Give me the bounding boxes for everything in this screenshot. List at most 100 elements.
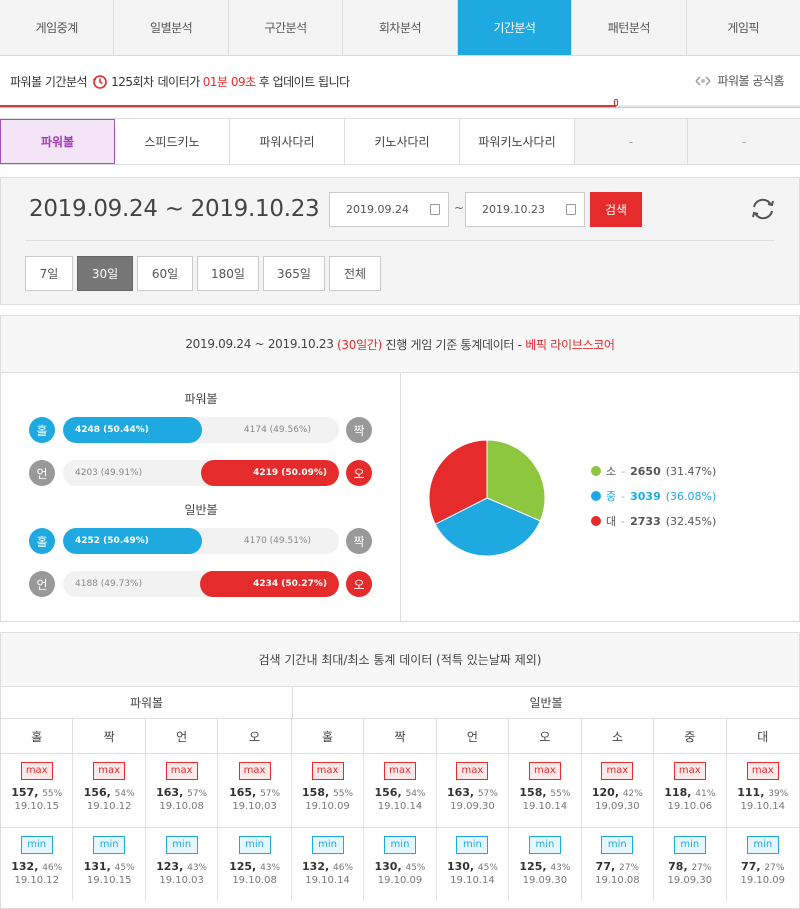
calendar-icon[interactable] [566,204,576,215]
max-count: 118, 41% [664,786,716,799]
period-180d-button[interactable]: 180일 [197,256,259,291]
odd-ball: 홀 [29,528,55,554]
date-to-value: 2019.10.23 [482,203,545,216]
max-count: 165, 57% [229,786,281,799]
tab-pattern[interactable]: 패턴분석 [572,0,687,55]
game-tab-powerball[interactable]: 파워볼 [0,119,115,164]
column-header: 중 [654,719,727,753]
tab-section[interactable]: 구간분석 [229,0,344,55]
period-30d-button[interactable]: 30일 [77,256,133,291]
legend-medium-label: 중 [606,490,617,503]
group-powerball: 파워볼 [1,687,293,718]
max-cell: max 163, 57% 19.10.08 [146,754,219,827]
legend-medium-value: 3039 [630,489,661,503]
notice-mid: 데이터가 [157,75,201,89]
min-count-pct: 43% [260,863,281,873]
table-min-row: min 132, 46% 19.10.12 min 131, 45% 19.10.15 mi… [1,828,799,901]
game-tab-speedkeno[interactable]: 스피드키노 [115,119,230,164]
min-count: 125, 43% [519,860,571,873]
official-home-link[interactable]: 파워볼 공식홈 [694,72,784,89]
min-count-pct: 43% [550,863,571,873]
odd-even-bar: 4248 (50.44%) 4174 (49.56%) [63,417,339,443]
column-header: 오 [218,719,292,753]
period-all-button[interactable]: 전체 [329,256,381,291]
min-count: 130, 45% [374,860,426,873]
max-cell: max 111, 39% 19.10.14 [727,754,799,827]
legend-small-value: 2650 [630,464,661,478]
search-button[interactable]: 검색 [590,192,642,227]
range-title: 2019.09.24 ~ 2019.10.23 [29,196,320,222]
update-progress-bar [0,105,800,107]
max-date: 19.10.09 [305,801,350,812]
notice-time: 01분 09초 [202,75,256,89]
max-count: 157, 55% [11,786,63,799]
date-from-input[interactable]: 2019.09.24 [329,192,449,227]
under-over-bar: 4203 (49.91%) 4219 (50.09%) [63,460,339,486]
min-badge: min [746,836,779,854]
min-count-value: 125 [519,860,543,873]
max-count-value: 156 [374,786,398,799]
min-date: 19.10.08 [595,875,640,886]
legend-dot-small [591,466,601,476]
min-badge: min [456,836,489,854]
period-60d-button[interactable]: 60일 [137,256,193,291]
min-cell: min 125, 43% 19.10.08 [218,828,292,901]
min-cell: min 78, 27% 19.09.30 [654,828,727,901]
refresh-icon[interactable] [749,195,777,223]
tab-gamepick[interactable]: 게임픽 [687,0,800,55]
game-tab-powerkenoladder[interactable]: 파워키노사다리 [460,119,575,164]
tab-period[interactable]: 기간분석 [457,0,573,55]
min-count-value: 77 [595,860,611,873]
min-badge: min [383,836,416,854]
game-tab-powerladder[interactable]: 파워사다리 [230,119,345,164]
column-header: 홀 [1,719,74,753]
max-cell: max 165, 57% 19.10.03 [218,754,292,827]
min-count: 78, 27% [668,860,712,873]
table-group-row: 파워볼 일반볼 [1,687,799,719]
notice-suffix: 후 업데이트 됩니다 [258,75,350,89]
min-date: 19.09.30 [522,875,568,886]
max-count-pct: 57% [260,789,281,799]
date-to-input[interactable]: 2019.10.23 [465,192,585,227]
table-column-row: 홀짝언오홀짝언오소중대 [1,719,799,754]
min-count-value: 131 [83,860,107,873]
legend-small: 소 - 2650 (31.47%) [591,463,716,479]
min-date: 19.10.14 [305,875,350,886]
max-count: 120, 42% [591,786,643,799]
odd-value: 4252 (50.49%) [63,528,203,554]
period-7d-button[interactable]: 7일 [25,256,73,291]
max-count-pct: 39% [768,789,789,799]
max-badge: max [20,762,53,780]
max-date: 19.09.30 [595,801,640,812]
min-badge: min [601,836,634,854]
game-tab-kenoladder[interactable]: 키노사다리 [345,119,460,164]
top-tabs: 게임중계 일별분석 구간분석 회차분석 기간분석 패턴분석 게임픽 [0,0,800,56]
min-badge: min [311,836,344,854]
min-count: 125, 43% [229,860,281,873]
legend-medium: 중 - 3039 (36.08%) [591,488,716,504]
max-count: 163, 57% [156,786,208,799]
min-count-pct: 43% [187,863,208,873]
calendar-icon[interactable] [430,204,440,215]
min-date: 19.10.03 [159,875,204,886]
even-value: 4174 (49.56%) [243,425,311,435]
min-date: 19.10.09 [377,875,423,886]
max-cell: max 163, 57% 19.09.30 [437,754,510,827]
min-date: 19.10.08 [232,875,277,886]
even-ball: 짝 [346,417,372,443]
min-count-pct: 27% [619,863,640,873]
min-count-pct: 45% [405,863,426,873]
min-count-value: 132 [11,860,35,873]
range-divider [25,240,775,241]
tab-daily[interactable]: 일별분석 [114,0,229,55]
min-date: 19.10.09 [740,875,786,886]
update-progress-fill [0,105,616,107]
min-count-pct: 27% [691,863,712,873]
min-count: 77, 27% [741,860,785,873]
tab-round[interactable]: 회차분석 [343,0,458,55]
period-365d-button[interactable]: 365일 [263,256,325,291]
powerball-odd-even-row: 홀 4248 (50.44%) 4174 (49.56%) 짝 [29,417,374,445]
tab-live[interactable]: 게임중계 [0,0,115,55]
max-date: 19.10.03 [232,801,277,812]
notice-prefix: 파워볼 기간분석 [10,75,88,89]
